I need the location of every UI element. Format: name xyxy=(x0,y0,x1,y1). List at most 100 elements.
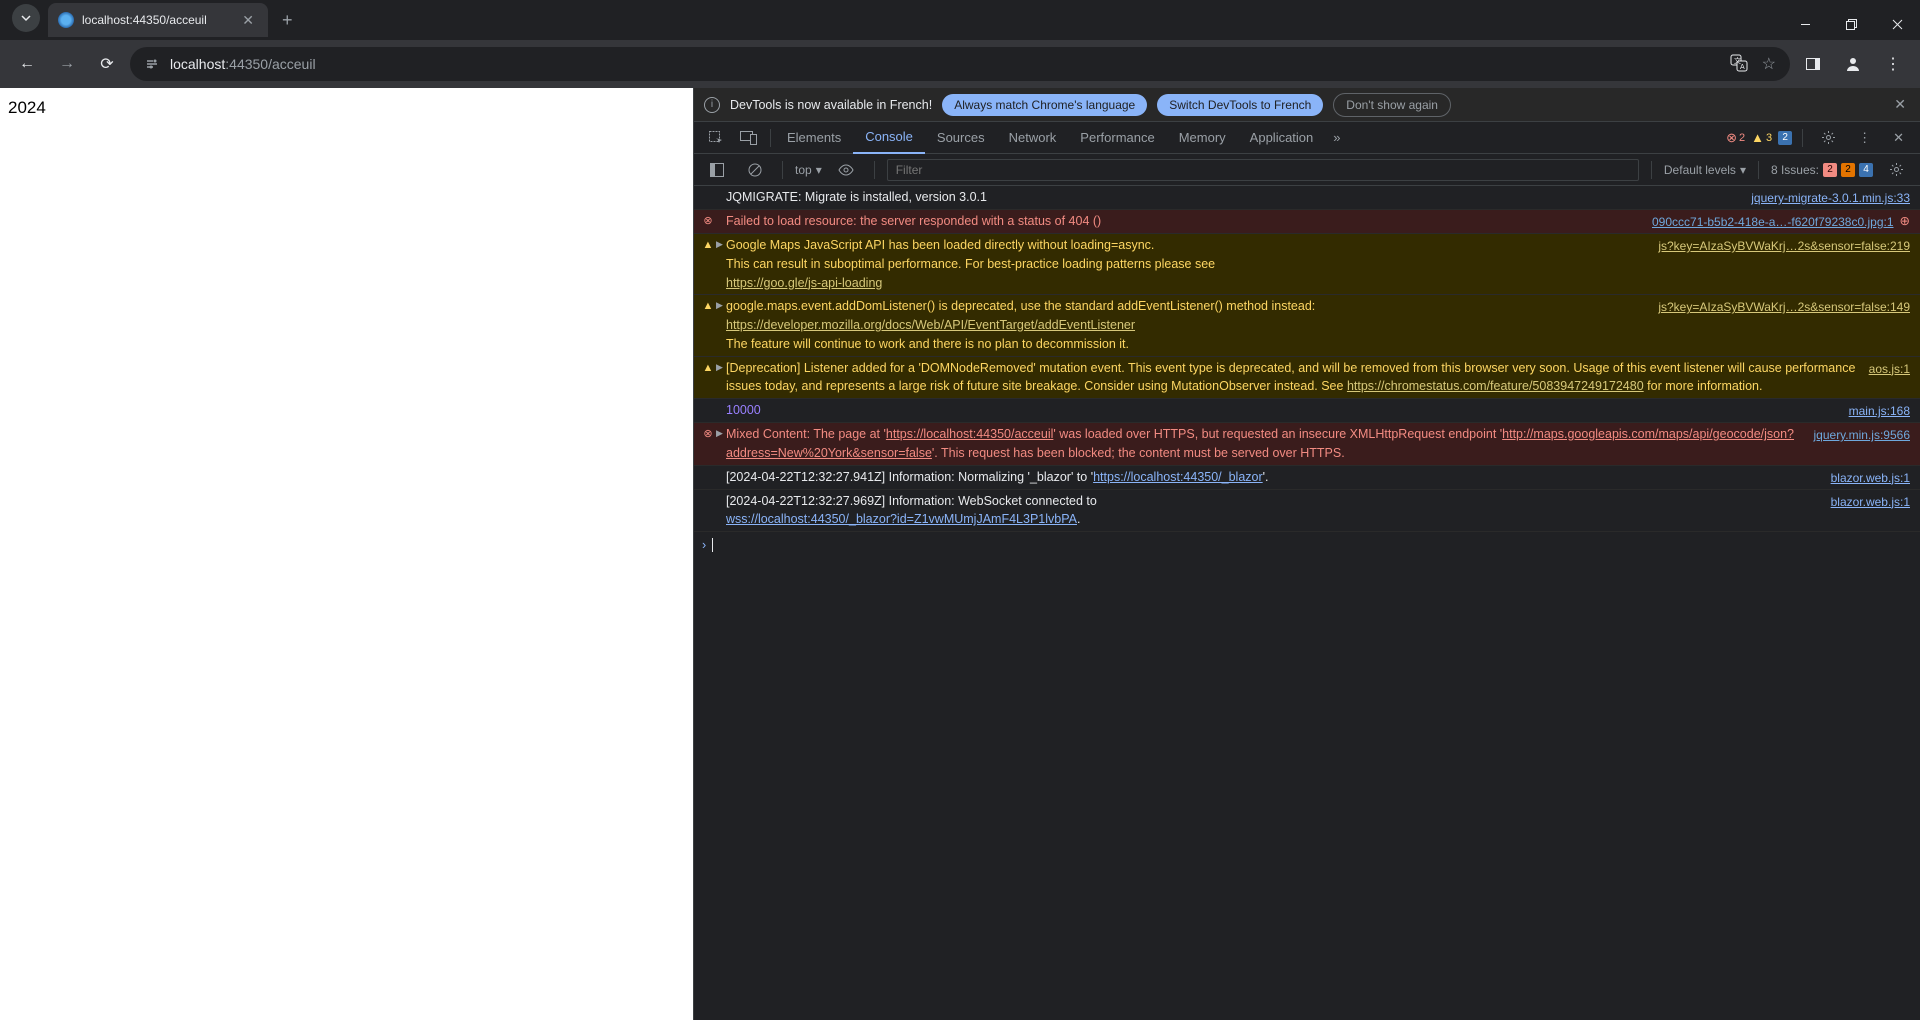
tab-sources[interactable]: Sources xyxy=(925,122,997,154)
log-link[interactable]: wss://localhost:44350/_blazor?id=Z1vwMUm… xyxy=(726,512,1077,526)
dismiss-infobar-button[interactable]: Don't show again xyxy=(1333,93,1451,117)
svg-text:A: A xyxy=(1740,64,1745,71)
log-message: Failed to load resource: the server resp… xyxy=(726,212,1652,231)
network-icon[interactable]: ⊕ xyxy=(1894,212,1910,231)
log-message: google.maps.event.addDomListener() is de… xyxy=(726,297,1658,353)
log-row: ⊗▶ Mixed Content: The page at 'https://l… xyxy=(694,423,1920,466)
log-link[interactable]: https://goo.gle/js-api-loading xyxy=(726,276,882,290)
live-expression-button[interactable] xyxy=(830,154,862,186)
expand-toggle[interactable]: ▶ xyxy=(716,297,726,353)
log-source-link[interactable]: blazor.web.js:1 xyxy=(1831,468,1910,487)
close-icon xyxy=(1892,19,1903,30)
site-settings-icon[interactable] xyxy=(144,56,160,72)
log-row: ▲▶ [Deprecation] Listener added for a 'D… xyxy=(694,357,1920,400)
log-source-link[interactable]: js?key=AIzaSyBVWaKrj…2s&sensor=false:149 xyxy=(1658,297,1910,353)
back-button[interactable]: ← xyxy=(10,47,44,81)
log-message: [2024-04-22T12:32:27.941Z] Information: … xyxy=(726,468,1831,487)
browser-toolbar: ← → ⟳ localhost:44350/acceuil 文A ☆ ⋮ xyxy=(0,40,1920,88)
log-link[interactable]: https://localhost:44350/acceuil xyxy=(886,427,1053,441)
filter-input[interactable] xyxy=(887,159,1639,181)
tab-application[interactable]: Application xyxy=(1238,122,1326,154)
expand-toggle[interactable]: ▶ xyxy=(716,236,726,292)
error-icon: ⊗ xyxy=(700,425,716,463)
console-sidebar-toggle[interactable] xyxy=(702,154,732,186)
panel-icon xyxy=(1805,56,1821,72)
log-message: [Deprecation] Listener added for a 'DOMN… xyxy=(726,359,1869,397)
inspect-icon xyxy=(708,130,724,146)
console-log[interactable]: JQMIGRATE: Migrate is installed, version… xyxy=(694,186,1920,1020)
devtools-settings-button[interactable] xyxy=(1813,122,1844,154)
log-row: [2024-04-22T12:32:27.941Z] Information: … xyxy=(694,466,1920,490)
maximize-button[interactable] xyxy=(1828,8,1874,40)
person-icon xyxy=(1844,55,1862,73)
profile-button[interactable] xyxy=(1836,47,1870,81)
tab-title: localhost:44350/acceuil xyxy=(82,13,230,27)
log-levels-selector[interactable]: Default levels ▾ xyxy=(1664,163,1746,177)
tab-performance[interactable]: Performance xyxy=(1068,122,1166,154)
translate-icon[interactable]: 文A xyxy=(1730,54,1748,74)
gear-icon xyxy=(1889,162,1904,177)
close-button[interactable] xyxy=(1874,8,1920,40)
issues-button[interactable]: 8 Issues: 2 2 4 xyxy=(1771,163,1873,177)
more-tabs-button[interactable]: » xyxy=(1325,122,1348,154)
tab-strip: localhost:44350/acceuil ✕ + xyxy=(0,0,307,40)
log-message: Google Maps JavaScript API has been load… xyxy=(726,236,1658,292)
log-link[interactable]: https://localhost:44350/_blazor xyxy=(1093,470,1263,484)
log-source-link[interactable]: main.js:168 xyxy=(1849,401,1910,420)
new-tab-button[interactable]: + xyxy=(268,10,307,31)
log-link[interactable]: https://developer.mozilla.org/docs/Web/A… xyxy=(726,318,1135,332)
log-message: Mixed Content: The page at 'https://loca… xyxy=(726,425,1814,463)
log-message: 10000 xyxy=(726,401,1849,420)
match-language-button[interactable]: Always match Chrome's language xyxy=(942,94,1147,116)
sidebar-icon xyxy=(710,163,724,177)
error-count[interactable]: ⊗2 xyxy=(1726,130,1745,146)
console-prompt[interactable]: › xyxy=(694,532,1920,559)
tab-network[interactable]: Network xyxy=(997,122,1069,154)
forward-button[interactable]: → xyxy=(50,47,84,81)
tab-search-button[interactable] xyxy=(12,4,40,32)
log-source-link[interactable]: jquery-migrate-3.0.1.min.js:33 xyxy=(1751,188,1910,207)
devtools-close-button[interactable]: ✕ xyxy=(1885,122,1912,154)
browser-tab[interactable]: localhost:44350/acceuil ✕ xyxy=(48,3,268,37)
info-count[interactable]: 2 xyxy=(1778,131,1792,145)
log-message: [2024-04-22T12:32:27.969Z] Information: … xyxy=(726,492,1831,530)
log-source-link[interactable]: js?key=AIzaSyBVWaKrj…2s&sensor=false:219 xyxy=(1658,236,1910,292)
console-settings-button[interactable] xyxy=(1881,154,1912,186)
tab-memory[interactable]: Memory xyxy=(1167,122,1238,154)
switch-language-button[interactable]: Switch DevTools to French xyxy=(1157,94,1323,116)
device-icon xyxy=(740,131,758,145)
minimize-button[interactable] xyxy=(1782,8,1828,40)
expand-toggle[interactable]: ▶ xyxy=(716,425,726,463)
log-row: ⊗ Failed to load resource: the server re… xyxy=(694,210,1920,234)
tab-elements[interactable]: Elements xyxy=(775,122,853,154)
console-toolbar: top ▾ Default levels ▾ 8 Issues: 2 2 4 xyxy=(694,154,1920,186)
devtools-infobar: i DevTools is now available in French! A… xyxy=(694,88,1920,122)
context-selector[interactable]: top ▾ xyxy=(795,163,822,177)
reload-button[interactable]: ⟳ xyxy=(90,47,124,81)
inspect-element-button[interactable] xyxy=(700,122,732,154)
log-link[interactable]: https://chromestatus.com/feature/5083947… xyxy=(1347,379,1644,393)
warning-count[interactable]: ▲3 xyxy=(1751,130,1772,145)
clear-console-button[interactable] xyxy=(740,154,770,186)
window-controls xyxy=(1782,8,1920,40)
log-source-link[interactable]: jquery.min.js:9566 xyxy=(1814,425,1911,463)
tab-close-button[interactable]: ✕ xyxy=(238,12,258,29)
text-cursor xyxy=(712,538,713,552)
url-text: localhost:44350/acceuil xyxy=(170,56,316,72)
expand-toggle[interactable]: ▶ xyxy=(716,359,726,397)
tab-console[interactable]: Console xyxy=(853,122,925,154)
log-source-link[interactable]: blazor.web.js:1 xyxy=(1831,492,1910,530)
log-source-link[interactable]: 090ccc71-b5b2-418e-a…-f620f79238c0.jpg:1 xyxy=(1652,212,1894,231)
sidepanel-button[interactable] xyxy=(1796,47,1830,81)
address-bar[interactable]: localhost:44350/acceuil 文A ☆ xyxy=(130,47,1790,81)
devtools-menu-button[interactable]: ⋮ xyxy=(1850,122,1879,154)
chevron-right-icon: › xyxy=(702,536,706,555)
menu-button[interactable]: ⋮ xyxy=(1876,47,1910,81)
bookmark-icon[interactable]: ☆ xyxy=(1762,54,1776,74)
device-toggle-button[interactable] xyxy=(732,122,766,154)
log-source-link[interactable]: aos.js:1 xyxy=(1869,359,1910,397)
infobar-close-button[interactable]: ✕ xyxy=(1890,96,1910,113)
warning-icon: ▲ xyxy=(700,297,716,353)
infobar-text: DevTools is now available in French! xyxy=(730,98,932,112)
page-body-text: 2024 xyxy=(8,98,46,117)
